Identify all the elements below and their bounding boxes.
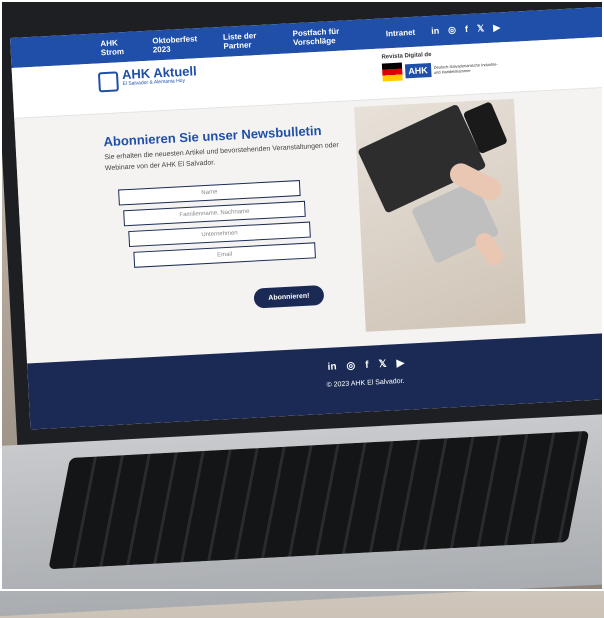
nav-item-ahk-strom[interactable]: AHK Strom: [100, 37, 137, 57]
website-screen: AHK Strom Oktoberfest 2023 Liste der Par…: [10, 6, 604, 430]
linkedin-icon[interactable]: in: [327, 361, 336, 372]
ahk-badge: AHK Deutsch-Salvadorianische Industrie- …: [381, 57, 504, 82]
subscribe-button[interactable]: Abonnieren!: [253, 284, 325, 309]
logo-mark-icon: [97, 71, 119, 93]
x-icon[interactable]: 𝕏: [477, 23, 485, 34]
instagram-icon[interactable]: ◎: [448, 24, 456, 35]
instagram-icon[interactable]: ◎: [346, 360, 355, 371]
ahk-org-name: Deutsch-Salvadorianische Industrie- und …: [433, 61, 498, 75]
email-field[interactable]: Email: [133, 242, 316, 268]
linkedin-icon[interactable]: in: [431, 25, 440, 36]
nav-item-suggestions[interactable]: Postfach für Vorschläge: [292, 25, 370, 47]
copyright-text: © 2023 AHK El Salvador.: [326, 377, 405, 389]
youtube-icon[interactable]: ▶: [493, 22, 500, 33]
newsletter-section: Abonnieren Sie unser Newsbulletin Sie er…: [14, 87, 604, 364]
ahk-aktuell-logo[interactable]: AHK Aktuell El Salvador & Alemania Hoy: [97, 63, 198, 93]
nav-social-links: in ◎ f 𝕏 ▶: [431, 22, 501, 37]
facebook-icon[interactable]: f: [365, 360, 369, 371]
x-icon[interactable]: 𝕏: [378, 359, 387, 370]
nav-item-oktoberfest[interactable]: Oktoberfest 2023: [152, 34, 208, 54]
nav-item-partner-list[interactable]: Liste der Partner: [223, 30, 278, 51]
youtube-icon[interactable]: ▶: [396, 358, 404, 369]
photo-hand-2: [472, 229, 507, 269]
german-flag-icon: [381, 62, 403, 82]
nav-item-intranet[interactable]: Intranet: [386, 27, 416, 38]
laptop-photo: [354, 98, 526, 332]
facebook-icon[interactable]: f: [465, 24, 469, 35]
ahk-badge-text: AHK: [404, 63, 432, 79]
revista-digital[interactable]: Revista Digital de AHK Deutsch-Salvadori…: [381, 48, 504, 82]
footer-social-links: in ◎ f 𝕏 ▶: [327, 358, 404, 373]
